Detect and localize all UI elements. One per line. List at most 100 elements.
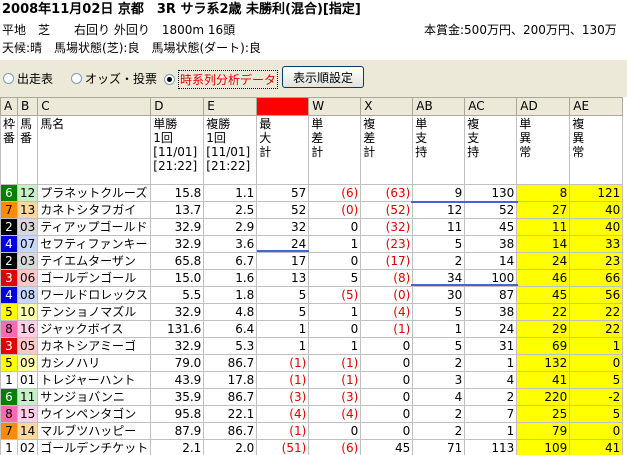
place-diff-cell: (32) xyxy=(360,218,414,236)
win-odds-cell: 32.9 xyxy=(150,303,205,321)
place-support-cell: 2 xyxy=(464,388,518,406)
win-support-cell: 2 xyxy=(412,354,466,372)
place-anomaly-cell: 23 xyxy=(569,252,624,270)
column-name-w: 単差計 xyxy=(308,115,362,185)
radio-timeseries-data[interactable]: 時系列分析データ xyxy=(164,70,279,89)
radio-odds-voting[interactable]: オッズ・投票 xyxy=(71,70,157,87)
table-row[interactable]: 4 08 ワールドロレックス 5.5 1.8 5 (5) (0) 30 87 45 56 xyxy=(0,286,624,304)
table-row[interactable]: 5 10 テンショノマズル 32.9 4.8 5 1 (4) 5 38 22 22 xyxy=(0,303,624,321)
win-diff-cell: (3) xyxy=(308,388,362,406)
race-header: 2008年11月02日 京都 3R サラ系2歳 未勝利(混合)[指定] 平地 芝… xyxy=(0,0,627,60)
display-order-button[interactable]: 表示順設定 xyxy=(282,66,364,88)
umaban-cell: 11 xyxy=(16,388,39,406)
column-letter-w[interactable]: W xyxy=(308,97,362,116)
place-anomaly-cell: 22 xyxy=(569,303,624,321)
table-row[interactable]: 2 03 テイエムターザン 65.8 6.7 17 0 (17) 2 14 24 23 xyxy=(0,252,624,270)
win-support-cell: 4 xyxy=(412,388,466,406)
place-diff-cell: (8) xyxy=(360,269,414,287)
umaban-cell: 09 xyxy=(16,354,39,372)
win-support-cell: 5 xyxy=(412,337,466,355)
win-anomaly-cell: 24 xyxy=(516,252,571,270)
win-odds-cell: 5.5 xyxy=(150,286,205,304)
table-row[interactable]: 2 03 ティアップゴールド 32.9 2.9 32 0 (32) 11 45 11 40 xyxy=(0,218,624,236)
column-letter-a[interactable]: A xyxy=(0,97,18,116)
table-row[interactable]: 3 06 ゴールデンゴール 15.0 1.6 13 5 (8) 34 100 46 66 xyxy=(0,269,624,287)
table-row[interactable]: 7 14 マルブツハッピー 87.9 86.7 (1) 0 0 2 1 79 0 xyxy=(0,422,624,440)
column-name-b: 馬番 xyxy=(16,115,39,185)
radio-entry-table[interactable]: 出走表 xyxy=(3,70,53,87)
win-anomaly-cell: 25 xyxy=(516,405,571,423)
data-table: A B C D E V W X AB AC AD AE 枠番 馬番 馬名 単勝 1回 [11/01] [21:22]… xyxy=(0,97,624,455)
horse-name-cell: ティアップゴールド xyxy=(37,218,152,236)
place-diff-cell: 0 xyxy=(360,337,414,355)
column-letter-ab[interactable]: AB xyxy=(412,97,466,116)
table-row[interactable]: 4 07 セフティファンキー 32.9 3.6 24 1 (23) 5 38 14 33 xyxy=(0,235,624,253)
place-odds-cell: 1.8 xyxy=(203,286,258,304)
max-total-cell: (3) xyxy=(256,388,310,406)
waku-cell: 1 xyxy=(0,439,18,455)
table-row[interactable]: 1 02 ゴールデンチケット 2.1 2.0 (51) (6) 45 71 113 109 41 xyxy=(0,439,624,455)
umaban-cell: 05 xyxy=(16,337,39,355)
table-row[interactable]: 3 05 カネトシアミーゴ 32.9 5.3 1 1 0 5 31 69 1 xyxy=(0,337,624,355)
max-total-cell: 52 xyxy=(256,201,310,219)
place-support-cell: 38 xyxy=(464,235,518,253)
table-row[interactable]: 6 11 サンジョバンニ 35.9 86.7 (3) (3) 0 4 2 220 -2 xyxy=(0,388,624,406)
win-anomaly-cell: 29 xyxy=(516,320,571,338)
win-odds-cell: 87.9 xyxy=(150,422,205,440)
place-anomaly-cell: 56 xyxy=(569,286,624,304)
place-odds-cell: 4.8 xyxy=(203,303,258,321)
column-name-v: 最大計 xyxy=(256,115,310,185)
win-diff-cell: 1 xyxy=(308,303,362,321)
column-name-ac: 複支持 xyxy=(464,115,518,185)
place-odds-cell: 2.5 xyxy=(203,201,258,219)
column-letter-ad[interactable]: AD xyxy=(516,97,571,116)
column-letter-ac[interactable]: AC xyxy=(464,97,518,116)
win-anomaly-cell: 79 xyxy=(516,422,571,440)
column-name-ae: 複異常 xyxy=(569,115,624,185)
win-odds-cell: 2.1 xyxy=(150,439,205,455)
place-support-cell: 45 xyxy=(464,218,518,236)
column-letter-ae[interactable]: AE xyxy=(569,97,624,116)
place-odds-cell: 1.1 xyxy=(203,184,258,202)
column-letter-x[interactable]: X xyxy=(360,97,414,116)
place-support-cell: 38 xyxy=(464,303,518,321)
column-name-ad: 単異常 xyxy=(516,115,571,185)
column-letter-d[interactable]: D xyxy=(150,97,205,116)
place-diff-cell: (23) xyxy=(360,235,414,253)
column-name-a: 枠番 xyxy=(0,115,18,185)
win-anomaly-cell: 11 xyxy=(516,218,571,236)
table-row[interactable]: 5 09 カシノハリ 79.0 86.7 (1) (1) 0 2 1 132 0 xyxy=(0,354,624,372)
win-anomaly-cell: 41 xyxy=(516,371,571,389)
radio-label: 出走表 xyxy=(17,72,54,86)
place-diff-cell: 0 xyxy=(360,354,414,372)
max-total-cell: 57 xyxy=(256,184,310,202)
column-letter-v[interactable]: V xyxy=(256,97,310,116)
win-support-cell: 2 xyxy=(412,405,466,423)
column-name-ab: 単支持 xyxy=(412,115,466,185)
place-anomaly-cell: 1 xyxy=(569,337,624,355)
column-letter-c[interactable]: C xyxy=(37,97,152,116)
umaban-cell: 02 xyxy=(16,439,39,455)
win-anomaly-cell: 220 xyxy=(516,388,571,406)
column-letter-e[interactable]: E xyxy=(203,97,258,116)
waku-cell: 1 xyxy=(0,371,18,389)
table-row[interactable]: 8 15 ウインペンタゴン 95.8 22.1 (4) (4) 0 2 7 25 5 xyxy=(0,405,624,423)
place-anomaly-cell: 5 xyxy=(569,405,624,423)
place-support-cell: 87 xyxy=(464,286,518,304)
place-diff-cell: 0 xyxy=(360,388,414,406)
track-condition: 天候:晴 馬場状態(芝):良 馬場状態(ダート):良 xyxy=(2,41,261,55)
max-total-cell: (1) xyxy=(256,354,310,372)
column-letter-b[interactable]: B xyxy=(16,97,39,116)
table-row[interactable]: 6 12 プラネットクルーズ 15.8 1.1 57 (6) (63) 9 130 8 121 xyxy=(0,184,624,202)
place-support-cell: 24 xyxy=(464,320,518,338)
column-name-x: 複差計 xyxy=(360,115,414,185)
place-diff-cell: 0 xyxy=(360,371,414,389)
umaban-cell: 13 xyxy=(16,201,39,219)
table-row[interactable]: 1 01 トレジャーハント 43.9 17.8 (1) (1) 0 3 4 41 5 xyxy=(0,371,624,389)
table-row[interactable]: 8 16 ジャックボイス 131.6 6.4 1 0 (1) 1 24 29 22 xyxy=(0,320,624,338)
horse-name-cell: テンショノマズル xyxy=(37,303,152,321)
place-support-cell: 4 xyxy=(464,371,518,389)
place-anomaly-cell: 0 xyxy=(569,354,624,372)
table-row[interactable]: 7 13 カネトシタフガイ 13.7 2.5 52 (0) (52) 12 52 27 40 xyxy=(0,201,624,219)
horse-name-cell: プラネットクルーズ xyxy=(37,184,152,202)
